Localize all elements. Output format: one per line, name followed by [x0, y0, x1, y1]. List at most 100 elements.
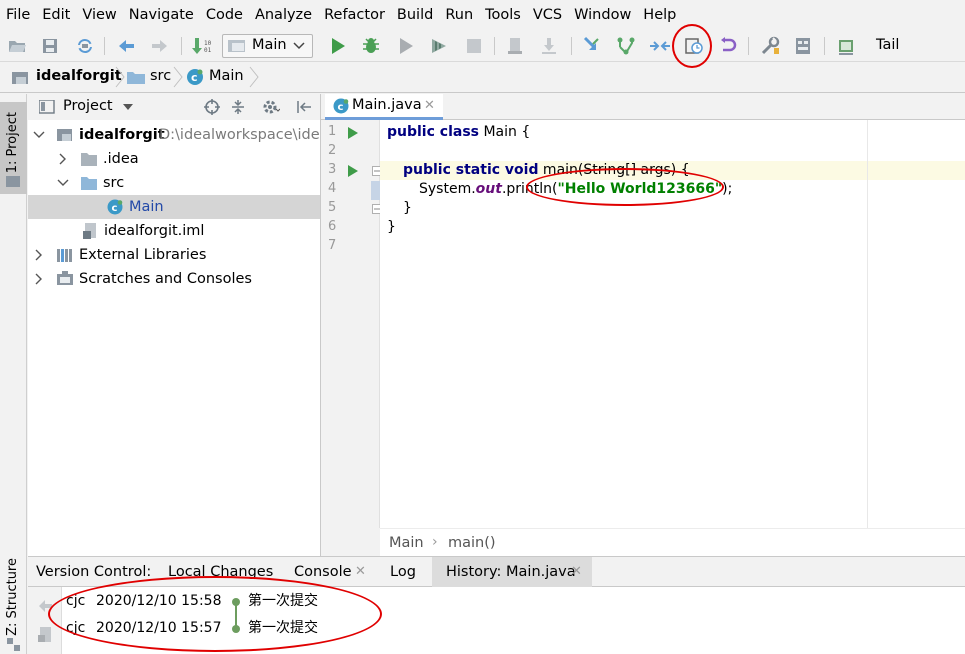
tree-item-scratches[interactable]: Scratches and Consoles [28, 267, 320, 291]
code-line-3: public static void main(String[] args) { [403, 162, 690, 178]
tree-item-idea[interactable]: .idea [28, 147, 320, 171]
project-view-title[interactable]: Project [63, 98, 113, 114]
line-number: 6 [328, 219, 337, 234]
tree-scratches-label: Scratches and Consoles [79, 271, 252, 287]
chevron-down-icon[interactable] [57, 177, 69, 189]
breadcrumb-main[interactable]: Main [209, 68, 244, 84]
hide-panel-icon[interactable] [296, 99, 312, 115]
svg-text:10: 10 [204, 40, 212, 47]
vcs-revert-icon[interactable] [717, 35, 739, 57]
java-class-icon: c [333, 98, 349, 114]
forward-arrow-icon[interactable] [149, 35, 171, 57]
java-class-icon: c [107, 199, 123, 215]
stop-icon[interactable] [463, 35, 485, 57]
tree-item-src[interactable]: src [28, 171, 320, 195]
run-coverage-icon[interactable] [395, 35, 417, 57]
project-view-icon [39, 100, 55, 114]
chevron-right-icon[interactable] [33, 273, 45, 285]
run-gutter-icon[interactable] [347, 126, 359, 140]
editor-tab-main-java[interactable]: c Main.java ✕ [325, 94, 443, 120]
history-row[interactable]: cjc 2020/12/10 15:58 第一次提交 [62, 588, 965, 615]
menu-refactor[interactable]: Refactor [318, 0, 391, 31]
attach-debugger-icon[interactable] [504, 35, 526, 57]
gutter-bottom [321, 528, 380, 556]
save-icon[interactable] [39, 35, 61, 57]
tail-label[interactable]: Tail [876, 37, 899, 53]
structure-tool-button[interactable]: Z: Structure [0, 554, 27, 654]
menu-file[interactable]: File [0, 0, 36, 31]
run-configuration-selector[interactable]: Main [222, 34, 313, 58]
menu-build[interactable]: Build [391, 0, 439, 31]
editor-crumb-class[interactable]: Main [389, 535, 424, 551]
breadcrumb-project[interactable]: idealforgit [36, 68, 122, 84]
code-editor[interactable]: public class Main { public static void m… [380, 120, 965, 528]
diff-file-icon[interactable] [38, 627, 52, 643]
module-file-icon [83, 223, 96, 239]
structure-icon [7, 638, 20, 651]
svg-text:c: c [338, 102, 344, 113]
history-row[interactable]: cjc 2020/12/10 15:57 第一次提交 [62, 615, 965, 642]
tree-iml-label: idealforgit.iml [104, 223, 205, 239]
svg-text:01: 01 [204, 47, 212, 54]
project-tool-button[interactable]: 1: Project [0, 102, 27, 194]
build-icon[interactable]: 10 01 [191, 35, 213, 57]
menu-run[interactable]: Run [439, 0, 479, 31]
refresh-arrow-icon[interactable] [37, 599, 53, 613]
menu-view[interactable]: View [76, 0, 122, 31]
open-folder-icon[interactable] [6, 35, 28, 57]
editor-crumb-method[interactable]: main() [448, 535, 496, 551]
menu-analyze[interactable]: Analyze [249, 0, 318, 31]
collapse-all-icon[interactable] [230, 99, 246, 115]
sdk-manager-icon[interactable] [835, 35, 857, 57]
close-icon[interactable]: ✕ [571, 557, 582, 587]
gear-icon[interactable] [262, 99, 280, 115]
scratches-icon [57, 271, 73, 285]
tree-item-main[interactable]: c Main [28, 195, 320, 219]
menu-code[interactable]: Code [200, 0, 249, 31]
sync-icon[interactable] [74, 35, 96, 57]
debug-bug-icon[interactable] [360, 35, 382, 57]
java-class-icon: c [187, 69, 203, 85]
menu-navigate[interactable]: Navigate [123, 0, 200, 31]
vcs-update-icon[interactable] [581, 35, 603, 57]
menu-window[interactable]: Window [568, 0, 637, 31]
library-icon [57, 249, 72, 262]
vcs-commit-icon[interactable] [615, 35, 637, 57]
back-arrow-icon[interactable] [115, 35, 137, 57]
profile-icon[interactable] [428, 35, 450, 57]
commit-graph-icon [232, 598, 240, 633]
run-gutter-icon[interactable] [347, 164, 359, 178]
download-icon[interactable] [538, 35, 560, 57]
close-icon[interactable]: ✕ [355, 557, 366, 587]
chevron-right-icon[interactable] [33, 249, 45, 261]
vcs-history-icon[interactable] [683, 35, 705, 57]
tab-local-changes[interactable]: Local Changes [168, 557, 273, 587]
tab-history-main-java[interactable]: History: Main.java ✕ [432, 557, 592, 587]
run-icon[interactable] [327, 35, 349, 57]
chevron-right-icon[interactable] [57, 153, 69, 165]
line-number: 3 [328, 162, 337, 177]
settings-wrench-icon[interactable] [759, 35, 781, 57]
dropdown-triangle-icon[interactable] [123, 104, 133, 111]
breadcrumb-src[interactable]: src [150, 68, 171, 84]
menu-help[interactable]: Help [637, 0, 682, 31]
vcs-compare-icon[interactable] [649, 35, 671, 57]
tree-item-root[interactable]: idealforgit D:\idealworkspace\idealforgi… [28, 123, 320, 147]
tab-console[interactable]: Console [294, 557, 352, 587]
tree-item-external-libraries[interactable]: External Libraries [28, 243, 320, 267]
chevron-down-icon [293, 42, 305, 50]
locate-target-icon[interactable] [204, 99, 220, 115]
menu-edit[interactable]: Edit [36, 0, 76, 31]
close-icon[interactable]: ✕ [424, 98, 435, 113]
tab-log[interactable]: Log [390, 557, 416, 587]
tree-item-iml[interactable]: idealforgit.iml [28, 219, 320, 243]
tree-src-label: src [103, 175, 125, 191]
change-marker[interactable] [371, 181, 380, 200]
svg-text:c: c [112, 203, 118, 214]
chevron-down-icon[interactable] [33, 129, 45, 141]
source-folder-icon [81, 177, 97, 190]
module-folder-icon [57, 129, 72, 141]
menu-tools[interactable]: Tools [479, 0, 527, 31]
menu-vcs[interactable]: VCS [527, 0, 568, 31]
project-structure-icon[interactable] [793, 35, 815, 57]
